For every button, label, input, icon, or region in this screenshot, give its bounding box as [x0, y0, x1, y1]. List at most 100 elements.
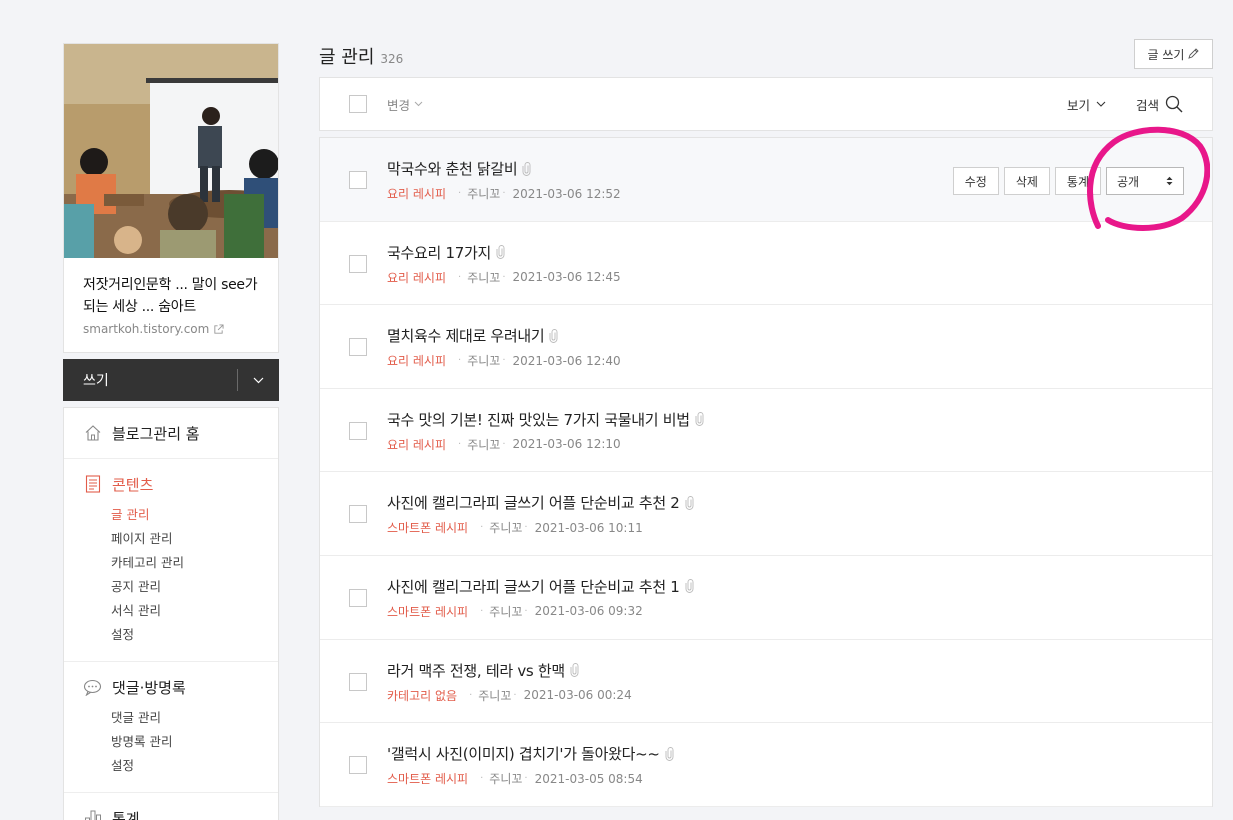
meta-separator: ·	[524, 773, 528, 785]
blog-info: 저잣거리인문학 ... 말이 see가 되는 세상 ... 숨아트 smartk…	[64, 258, 278, 352]
blog-url-link[interactable]: smartkoh.tistory.com	[83, 322, 264, 336]
meta-separator: ·	[469, 689, 473, 701]
post-row[interactable]: 국수 맛의 기본! 진짜 맛있는 7가지 국물내기 비법 요리 레시피 · 주니…	[320, 389, 1212, 473]
sidebar-item-contents[interactable]: 콘텐츠	[83, 473, 278, 495]
post-row[interactable]: 막국수와 춘천 닭갈비 요리 레시피 · 주니꼬 · 2021-03-06 12…	[320, 138, 1212, 222]
post-row[interactable]: 사진에 캘리그라피 글쓰기 어플 단순비교 추천 1 스마트폰 레시피 · 주니…	[320, 556, 1212, 640]
delete-button[interactable]: 삭제	[1003, 167, 1050, 195]
sidebar-item-comments-label: 댓글·방명록	[112, 678, 186, 697]
post-category[interactable]: 요리 레시피	[387, 269, 446, 286]
post-date: 2021-03-06 12:10	[512, 437, 621, 452]
sidebar-subitem-comment-manage[interactable]: 댓글 관리	[111, 706, 278, 730]
sidebar-item-home[interactable]: 블로그관리 홈	[83, 422, 278, 444]
post-row[interactable]: 사진에 캘리그라피 글쓰기 어플 단순비교 추천 2 스마트폰 레시피 · 주니…	[320, 472, 1212, 556]
post-title: '갤럭시 사진(이미지) 겹치기'가 돌아왔다~~	[387, 745, 660, 764]
sidebar-subitem-guestbook-manage[interactable]: 방명록 관리	[111, 730, 278, 754]
meta-separator: ·	[480, 605, 484, 617]
paperclip-icon	[685, 495, 694, 510]
post-category[interactable]: 스마트폰 레시피	[387, 519, 468, 536]
select-all-checkbox[interactable]	[349, 95, 367, 113]
comments-sub-items: 댓글 관리 방명록 관리 설정	[83, 706, 278, 778]
meta-separator: ·	[502, 188, 506, 199]
post-row[interactable]: 라거 맥주 전쟁, 테라 vs 한맥 카테고리 없음 · 주니꼬 · 2021-…	[320, 640, 1212, 724]
post-category[interactable]: 스마트폰 레시피	[387, 770, 468, 787]
paperclip-icon	[496, 245, 505, 260]
change-dropdown[interactable]: 변경	[387, 95, 423, 114]
post-title: 사진에 캘리그라피 글쓰기 어플 단순비교 추천 2	[387, 494, 680, 513]
post-author: 주니꼬	[489, 521, 523, 536]
speech-bubble-icon	[83, 678, 102, 697]
stats-button[interactable]: 통계	[1054, 167, 1101, 195]
post-row[interactable]: '갤럭시 사진(이미지) 겹치기'가 돌아왔다~~ 스마트폰 레시피 · 주니꼬…	[320, 723, 1212, 807]
post-title-link[interactable]: 사진에 캘리그라피 글쓰기 어플 단순비교 추천 1	[387, 576, 694, 597]
post-title-link[interactable]: 막국수와 춘천 닭갈비	[387, 158, 531, 179]
menu-section-contents: 콘텐츠 글 관리 페이지 관리 카테고리 관리 공지 관리 서식 관리 설정	[64, 459, 278, 662]
home-icon	[83, 424, 102, 443]
write-bar-divider	[237, 369, 238, 391]
sidebar-subitem-template-manage[interactable]: 서식 관리	[111, 599, 278, 623]
post-meta: 요리 레시피 · 주니꼬 · 2021-03-06 12:40	[387, 352, 621, 369]
post-title: 사진에 캘리그라피 글쓰기 어플 단순비교 추천 1	[387, 577, 680, 596]
sidebar-item-contents-label: 콘텐츠	[112, 475, 154, 494]
paperclip-icon	[549, 328, 558, 343]
page-title: 글 관리 326	[319, 43, 403, 69]
post-checkbox[interactable]	[349, 254, 367, 273]
sidebar-item-stats[interactable]: 통계	[83, 807, 278, 820]
view-dropdown[interactable]: 보기	[1067, 95, 1106, 114]
post-checkbox[interactable]	[349, 756, 367, 775]
list-toolbar: 변경 보기 검색	[319, 77, 1213, 131]
write-post-button[interactable]: 글 쓰기	[1134, 39, 1213, 69]
post-category[interactable]: 카테고리 없음	[387, 687, 457, 704]
post-date: 2021-03-06 12:40	[512, 353, 621, 368]
post-meta: 카테고리 없음 · 주니꼬 · 2021-03-06 00:24	[387, 687, 632, 704]
post-checkbox[interactable]	[349, 421, 367, 440]
post-row[interactable]: 멸치육수 제대로 우려내기 요리 레시피 · 주니꼬 · 2021-03-06 …	[320, 305, 1212, 389]
sidebar-subitem-post-manage[interactable]: 글 관리	[111, 503, 278, 527]
post-checkbox[interactable]	[349, 672, 367, 691]
post-row[interactable]: 국수요리 17가지 요리 레시피 · 주니꼬 · 2021-03-06 12:4…	[320, 222, 1212, 306]
post-date: 2021-03-06 09:32	[534, 604, 643, 619]
write-bar: 쓰기	[63, 359, 279, 401]
write-dropdown-button[interactable]	[238, 377, 279, 384]
post-checkbox[interactable]	[349, 505, 367, 524]
post-title-link[interactable]: 국수요리 17가지	[387, 242, 505, 263]
meta-separator: ·	[502, 271, 506, 283]
meta-separator: ·	[513, 689, 517, 701]
post-checkbox[interactable]	[349, 171, 367, 189]
post-title: 멸치육수 제대로 우려내기	[387, 327, 545, 346]
post-title-link[interactable]: 국수 맛의 기본! 진짜 맛있는 7가지 국물내기 비법	[387, 409, 704, 430]
sidebar-subitem-page-manage[interactable]: 페이지 관리	[111, 527, 278, 551]
page-title-text: 글 관리	[319, 47, 375, 68]
post-category[interactable]: 요리 레시피	[387, 185, 446, 202]
post-checkbox[interactable]	[349, 338, 367, 357]
post-title-link[interactable]: 라거 맥주 전쟁, 테라 vs 한맥	[387, 660, 579, 681]
post-category[interactable]: 요리 레시피	[387, 436, 446, 453]
sidebar-subitem-notice-manage[interactable]: 공지 관리	[111, 575, 278, 599]
blog-profile-photo[interactable]	[64, 44, 278, 258]
sidebar-subitem-comments-settings[interactable]: 설정	[111, 754, 278, 778]
visibility-select[interactable]: 공개	[1106, 167, 1184, 195]
change-label: 변경	[387, 97, 411, 113]
post-author: 주니꼬	[467, 437, 501, 452]
sidebar-item-comments[interactable]: 댓글·방명록	[83, 676, 278, 698]
post-title-link[interactable]: 멸치육수 제대로 우려내기	[387, 325, 558, 346]
write-button[interactable]: 쓰기	[63, 370, 238, 390]
search-icon	[1165, 95, 1183, 113]
post-author: 주니꼬	[489, 604, 523, 619]
post-category[interactable]: 스마트폰 레시피	[387, 603, 468, 620]
sidebar-item-home-label: 블로그관리 홈	[112, 424, 200, 443]
meta-separator: ·	[524, 522, 528, 534]
post-title-link[interactable]: '갤럭시 사진(이미지) 겹치기'가 돌아왔다~~	[387, 743, 674, 764]
edit-button[interactable]: 수정	[952, 167, 999, 195]
sidebar-menu: 블로그관리 홈 콘텐츠 글 관리 페이지 관리 카테고리 관리 공지 관리 서식…	[63, 407, 279, 820]
post-title: 막국수와 춘천 닭갈비	[387, 160, 518, 178]
sidebar-subitem-contents-settings[interactable]: 설정	[111, 623, 278, 647]
post-category[interactable]: 요리 레시피	[387, 352, 446, 369]
blog-title[interactable]: 저잣거리인문학 ... 말이 see가 되는 세상 ... 숨아트	[83, 274, 264, 318]
paperclip-icon	[685, 579, 694, 594]
post-title-link[interactable]: 사진에 캘리그라피 글쓰기 어플 단순비교 추천 2	[387, 492, 694, 513]
post-checkbox[interactable]	[349, 588, 367, 607]
search-button[interactable]: 검색	[1136, 95, 1183, 114]
select-arrows-icon	[1166, 176, 1173, 186]
sidebar-subitem-category-manage[interactable]: 카테고리 관리	[111, 551, 278, 575]
